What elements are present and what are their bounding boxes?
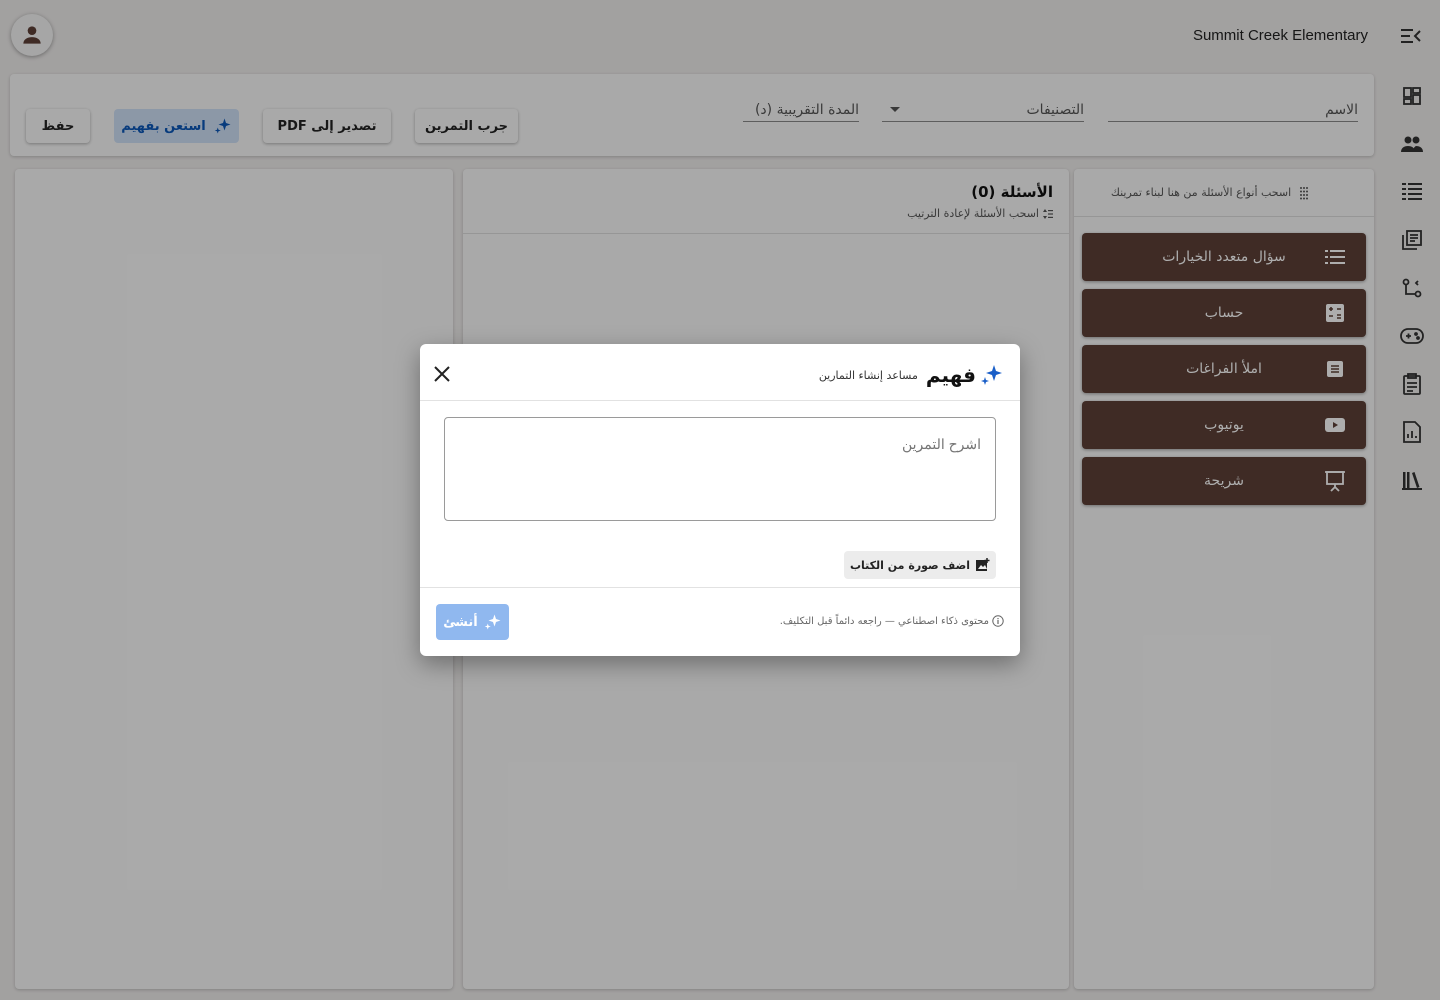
ai-assistant-dialog: فهيم مساعد إنشاء التمارين اضف صورة من ال…	[420, 344, 1020, 656]
sparkle-icon	[981, 365, 1002, 385]
add-book-image-label: اضف صورة من الكتاب	[849, 558, 971, 572]
ai-disclaimer: محتوى ذكاء اصطناعي — راجعه دائماً قبل ال…	[780, 615, 1004, 627]
add-book-image-button[interactable]: اضف صورة من الكتاب	[844, 551, 996, 579]
dialog-footer: محتوى ذكاء اصطناعي — راجعه دائماً قبل ال…	[420, 587, 1020, 656]
brand-name: فهيم	[925, 363, 976, 387]
dialog-brand: فهيم مساعد إنشاء التمارين	[819, 363, 1004, 387]
exercise-description-input[interactable]	[444, 417, 996, 521]
close-icon[interactable]	[432, 364, 452, 384]
generate-label: أنشئ	[443, 614, 478, 630]
sparkle-icon	[484, 614, 501, 630]
dialog-header: فهيم مساعد إنشاء التمارين	[420, 344, 1020, 401]
generate-button[interactable]: أنشئ	[436, 604, 509, 640]
disclaimer-text: محتوى ذكاء اصطناعي — راجعه دائماً قبل ال…	[779, 615, 989, 627]
info-icon	[992, 615, 1004, 627]
brand-subtitle: مساعد إنشاء التمارين	[818, 368, 918, 382]
add-photo-icon	[976, 558, 990, 571]
